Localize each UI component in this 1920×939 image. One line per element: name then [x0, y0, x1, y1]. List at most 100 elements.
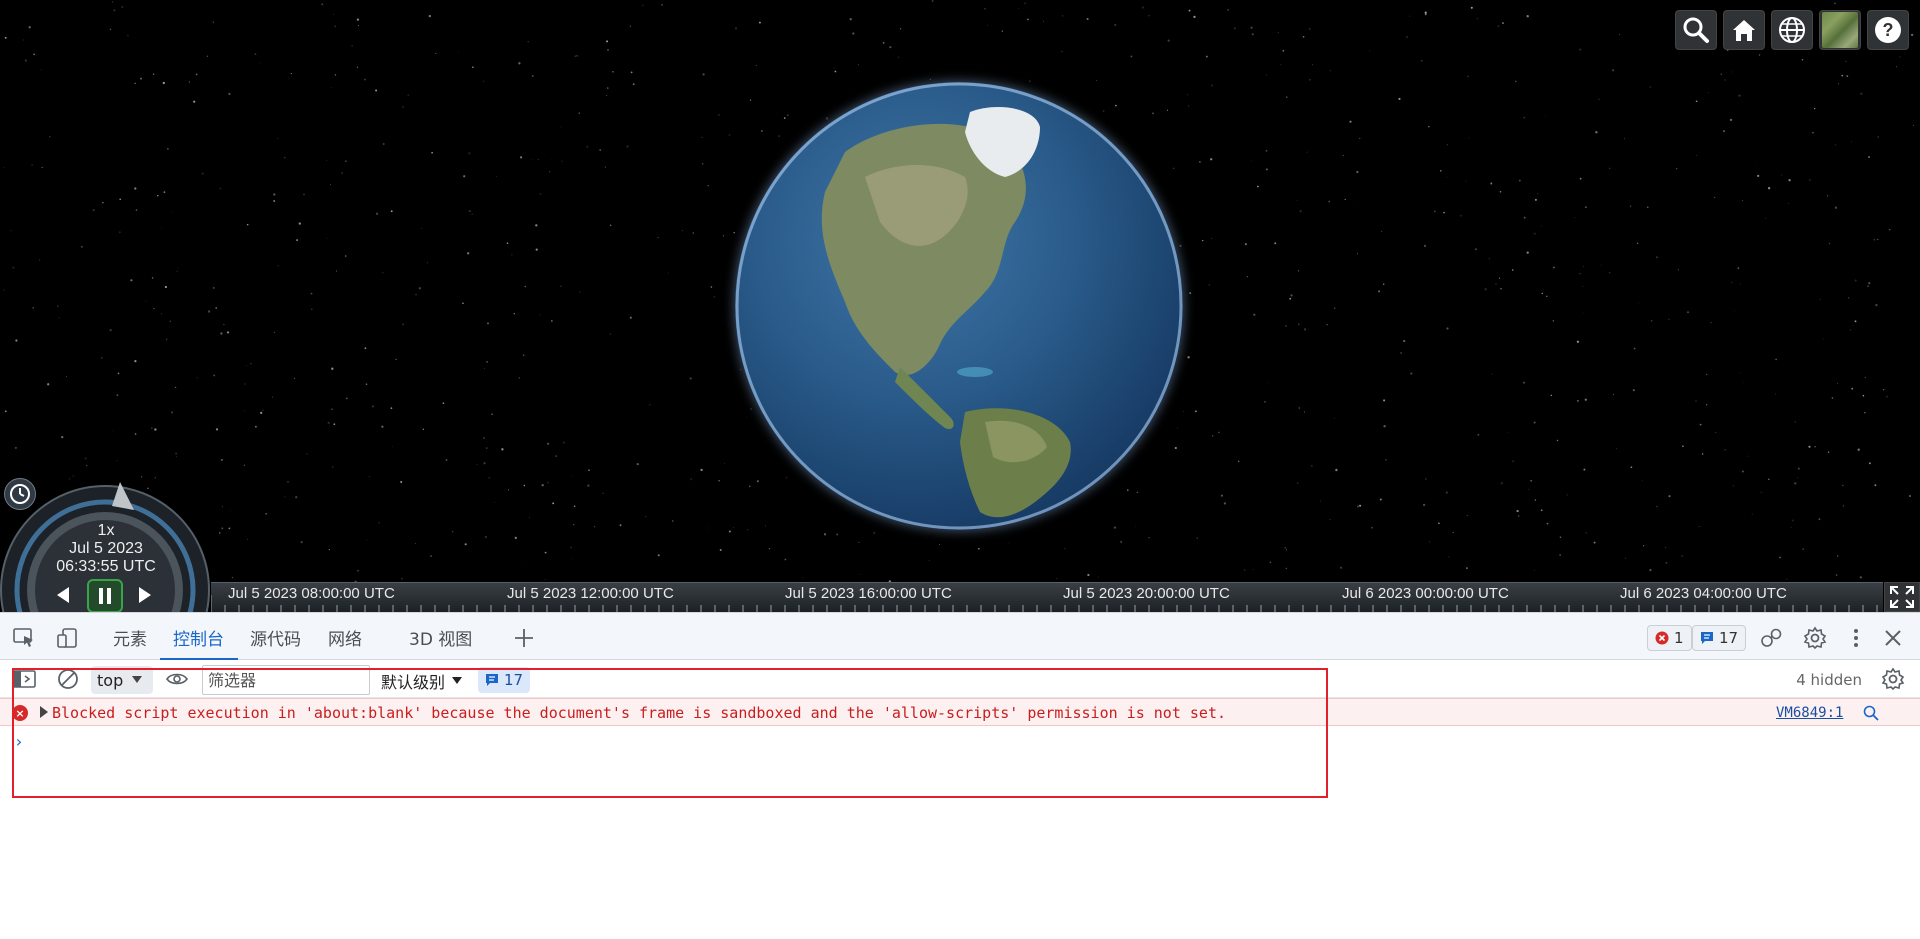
star	[1819, 298, 1821, 300]
star	[1534, 570, 1535, 571]
more-tabs-button[interactable]	[511, 625, 537, 651]
star	[284, 157, 286, 159]
star	[1491, 373, 1493, 375]
earth-globe[interactable]	[735, 82, 1183, 530]
play-reverse-button[interactable]	[46, 580, 80, 610]
star	[3, 166, 5, 168]
star	[284, 496, 286, 498]
scene-mode-button[interactable]	[1771, 10, 1813, 50]
tab-console[interactable]: 控制台	[173, 625, 224, 650]
star	[215, 307, 218, 309]
star	[185, 79, 187, 81]
expand-triangle-icon[interactable]	[40, 706, 48, 718]
gear-icon	[1803, 626, 1827, 650]
star	[1731, 71, 1733, 73]
star	[375, 212, 379, 215]
star	[1828, 242, 1831, 245]
star	[1618, 33, 1621, 36]
console-filter-input[interactable]	[202, 665, 370, 695]
star	[1333, 417, 1336, 419]
star	[164, 285, 168, 289]
message-count-badge[interactable]: 17	[1692, 625, 1747, 651]
star	[1188, 9, 1191, 12]
star	[1608, 271, 1611, 274]
star	[1738, 94, 1741, 97]
star	[1751, 513, 1754, 515]
star	[1643, 545, 1645, 547]
show-sidebar-button[interactable]	[11, 666, 37, 692]
star	[551, 159, 553, 161]
log-level-selector[interactable]: 默认级别	[381, 669, 463, 693]
devtools-tab-bar: 元素 控制台 源代码 网络 3D 视图 1 17	[0, 612, 1920, 661]
star	[273, 331, 275, 333]
star	[1875, 303, 1878, 307]
error-count-badge[interactable]: 1	[1647, 625, 1692, 651]
star	[1791, 519, 1794, 522]
inspect-element-button[interactable]	[11, 625, 37, 651]
star	[1706, 404, 1708, 406]
geocoder-search-button[interactable]	[1675, 10, 1717, 50]
settings-button[interactable]	[1802, 625, 1828, 651]
star	[1682, 445, 1684, 447]
star	[469, 210, 471, 212]
star	[109, 28, 112, 31]
star	[1251, 33, 1254, 36]
star	[328, 549, 330, 551]
star	[1695, 400, 1697, 402]
search-icon[interactable]	[1862, 704, 1880, 722]
device-toolbar-button[interactable]	[55, 625, 81, 651]
tab-3d-view[interactable]: 3D 视图	[409, 625, 472, 650]
star	[929, 78, 932, 81]
clock-toggle-button[interactable]	[4, 478, 36, 510]
context-selector[interactable]: top	[91, 666, 153, 694]
help-button[interactable]: ?	[1867, 10, 1909, 50]
star	[1008, 542, 1010, 544]
star	[1433, 210, 1436, 213]
star	[1794, 421, 1797, 423]
close-devtools-button[interactable]	[1880, 625, 1906, 651]
star	[134, 359, 137, 363]
star	[368, 476, 370, 478]
console-settings-button[interactable]	[1880, 666, 1906, 692]
star	[1383, 399, 1386, 402]
tab-network[interactable]: 网络	[328, 625, 362, 650]
star	[1559, 536, 1562, 539]
star	[468, 152, 471, 155]
star	[1857, 448, 1860, 451]
star	[1541, 292, 1544, 295]
star	[130, 279, 133, 282]
base-layer-picker-button[interactable]	[1819, 10, 1861, 50]
star	[1818, 527, 1819, 529]
star	[464, 543, 467, 546]
star	[351, 45, 353, 47]
issues-button[interactable]	[1758, 625, 1784, 651]
tab-elements[interactable]: 元素	[113, 625, 147, 650]
error-source-link[interactable]: VM6849:1	[1776, 705, 1843, 721]
star	[271, 396, 273, 398]
play-forward-button[interactable]	[128, 580, 162, 610]
pause-button[interactable]	[87, 579, 123, 612]
live-expression-button[interactable]	[164, 666, 190, 692]
tab-sources[interactable]: 源代码	[250, 625, 301, 650]
fullscreen-button[interactable]	[1884, 582, 1920, 612]
clear-console-button[interactable]	[55, 666, 81, 692]
home-button[interactable]	[1723, 10, 1765, 50]
star	[1760, 491, 1763, 494]
star	[1837, 383, 1838, 384]
globe-icon	[1779, 17, 1805, 43]
star	[483, 462, 486, 465]
cesium-viewer[interactable]: ? 1x Jul 5 2023 06:33:55 UTC Jul 5 2023 …	[0, 0, 1920, 612]
timeline[interactable]: Jul 5 2023 08:00:00 UTC Jul 5 2023 12:00…	[211, 582, 1883, 612]
star	[121, 5, 124, 8]
more-options-button[interactable]	[1843, 625, 1869, 651]
star	[207, 310, 211, 313]
console-prompt[interactable]: ›	[14, 732, 24, 751]
sidebar-icon	[12, 670, 36, 688]
star	[296, 239, 299, 242]
star	[1550, 394, 1553, 397]
console-message-count-badge[interactable]: 17	[478, 667, 531, 693]
star	[325, 159, 327, 161]
console-error-message[interactable]: × Blocked script execution in 'about:bla…	[0, 698, 1920, 726]
star	[1584, 398, 1587, 401]
star	[1808, 445, 1811, 448]
